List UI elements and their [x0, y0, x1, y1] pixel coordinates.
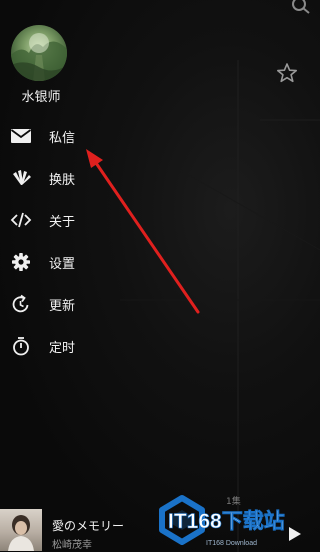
song-artist: 松崎茂幸 [52, 540, 92, 551]
album-art[interactable] [0, 509, 42, 551]
watermark-sub: IT168 Download [206, 540, 257, 547]
it168-watermark-logo: IT168下载站 IT168 Download [159, 495, 285, 547]
annotation-arrow [86, 149, 200, 314]
song-title: 愛のメモリー [52, 519, 125, 533]
watermark-brand: IT168下载站 [168, 509, 285, 533]
